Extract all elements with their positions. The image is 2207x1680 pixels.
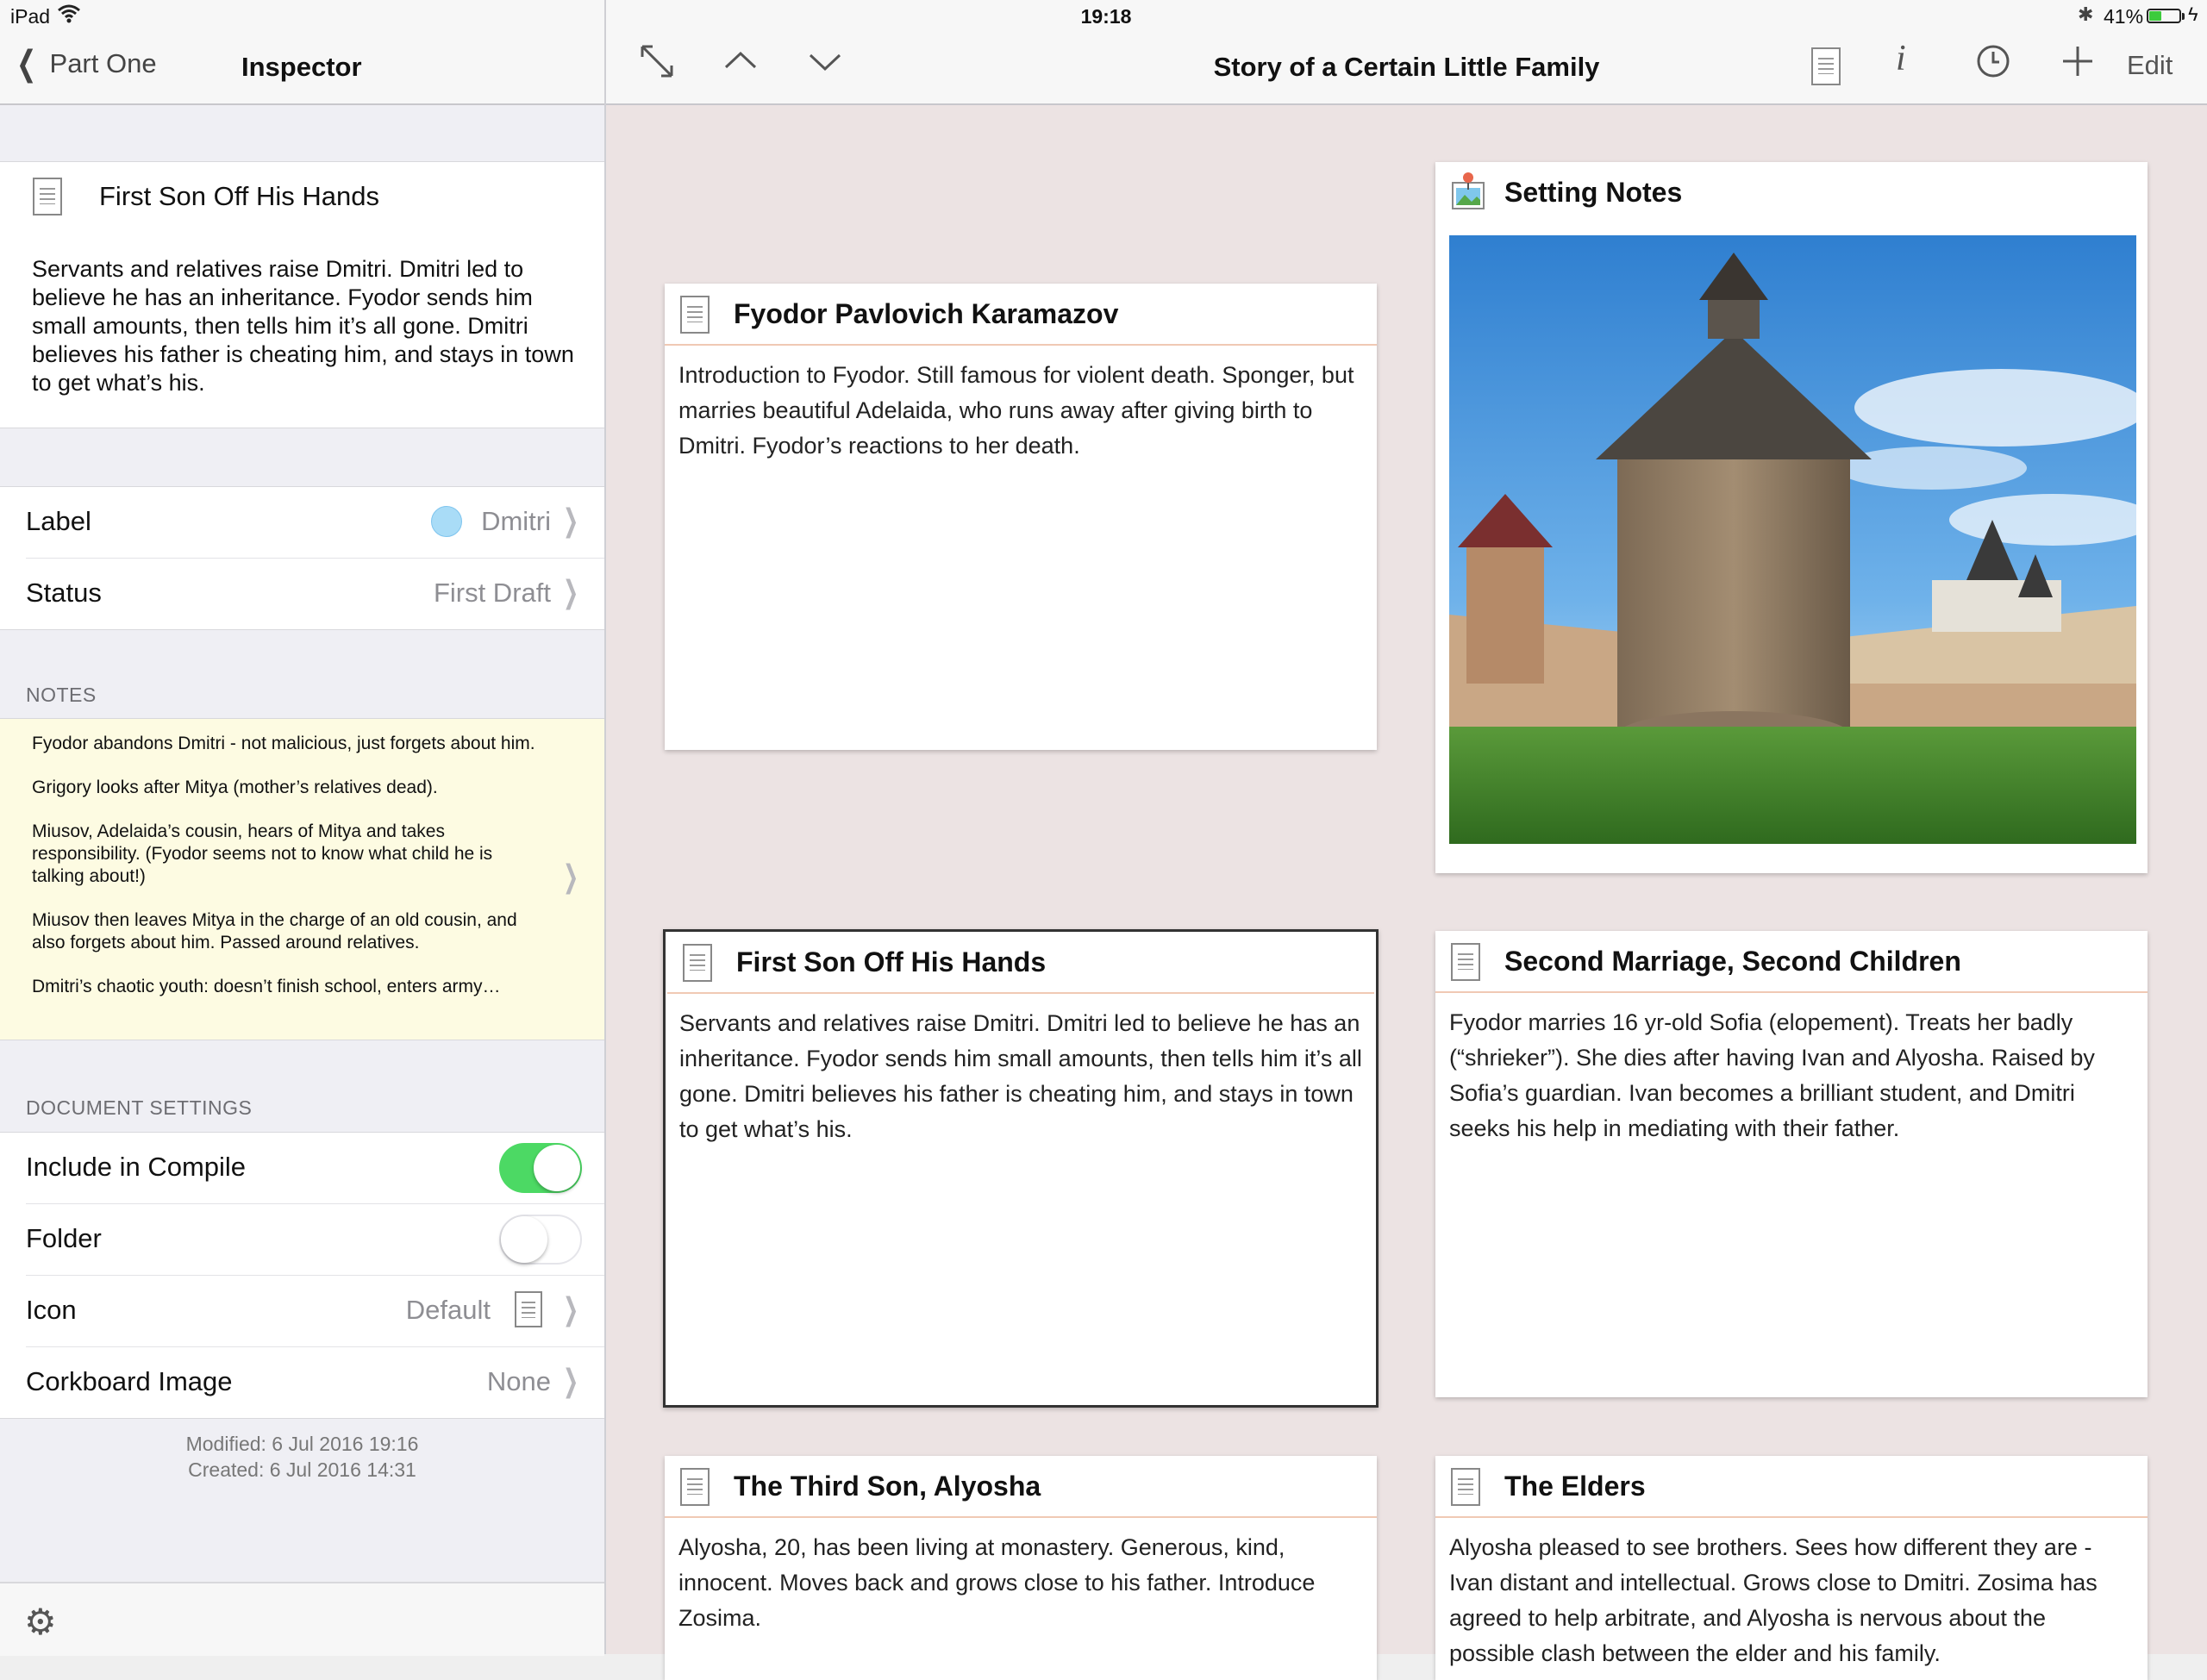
corkboard-image-label: Corkboard Image — [26, 1366, 233, 1396]
document-header[interactable]: First Son Off His Hands — [0, 161, 604, 232]
battery-tip — [2182, 13, 2185, 20]
document-icon — [33, 178, 62, 215]
note-paragraph: Miusov then leaves Mitya in the charge o… — [32, 910, 517, 952]
chevron-right-icon: ❯ — [562, 859, 578, 894]
document-settings-group: Include in Compile Folder Icon Default ❯… — [0, 1132, 604, 1419]
status-value: First Draft — [433, 578, 551, 608]
index-card[interactable]: Fyodor Pavlovich Karamazov Introduction … — [665, 284, 1377, 750]
label-row[interactable]: Label Dmitri ❯ — [26, 487, 604, 559]
index-card[interactable]: The Third Son, Alyosha Alyosha, 20, has … — [665, 1456, 1377, 1680]
created-date: Created: 6 Jul 2016 14:31 — [188, 1458, 416, 1481]
document-icon — [680, 1468, 710, 1506]
folder-row: Folder — [26, 1204, 604, 1276]
card-title: First Son Off His Hands — [736, 946, 1047, 977]
icon-label: Icon — [26, 1295, 77, 1325]
document-title: First Son Off His Hands — [99, 181, 380, 211]
card-header: Setting Notes — [1435, 162, 2148, 222]
label-key: Label — [26, 506, 91, 536]
status-row[interactable]: Status First Draft ❯ — [26, 559, 604, 629]
chevron-left-icon: ❮ — [16, 45, 37, 83]
card-header: Second Marriage, Second Children — [1435, 931, 2148, 993]
card-title: Fyodor Pavlovich Karamazov — [734, 298, 1119, 329]
document-icon — [683, 944, 712, 982]
edit-button[interactable]: Edit — [2127, 50, 2173, 81]
index-card[interactable]: The Elders Alyosha pleased to see brothe… — [1435, 1456, 2148, 1680]
document-icon — [1451, 943, 1480, 981]
notes-body: Fyodor abandons Dmitri - not malicious, … — [32, 733, 549, 1020]
chevron-right-icon: ❯ — [562, 574, 578, 609]
card-header: The Elders — [1435, 1456, 2148, 1518]
card-title: The Third Son, Alyosha — [734, 1471, 1041, 1502]
corkboard: Fyodor Pavlovich Karamazov Introduction … — [606, 105, 2207, 1680]
folder-label: Folder — [26, 1223, 102, 1253]
gear-icon[interactable]: ⚙ — [24, 1601, 57, 1643]
corkboard-image-row[interactable]: Corkboard Image None ❯ — [26, 1347, 604, 1418]
include-in-compile-toggle[interactable] — [499, 1143, 582, 1193]
card-synopsis: Fyodor marries 16 yr-old Sofia (elopemen… — [1449, 1009, 2095, 1141]
card-title: Setting Notes — [1504, 177, 1683, 208]
note-paragraph: Grigory looks after Mitya (mother’s rela… — [32, 778, 438, 797]
note-paragraph: Fyodor abandons Dmitri - not malicious, … — [32, 734, 535, 753]
card-title: The Elders — [1504, 1471, 1646, 1502]
index-card[interactable]: Second Marriage, Second Children Fyodor … — [1435, 931, 2148, 1397]
document-settings-caption: DOCUMENT SETTINGS — [26, 1096, 253, 1119]
label-value: Dmitri — [481, 506, 551, 536]
chevron-right-icon: ❯ — [562, 503, 578, 538]
castle-photo — [1449, 235, 2136, 844]
add-icon[interactable] — [2060, 43, 2096, 79]
index-card-selected[interactable]: First Son Off His Hands Servants and rel… — [663, 929, 1379, 1408]
inspector-title: Inspector — [241, 52, 362, 82]
note-paragraph: Miusov, Adelaida’s cousin, hears of Mity… — [32, 821, 493, 886]
card-synopsis: Alyosha, 20, has been living at monaster… — [678, 1534, 1316, 1631]
card-synopsis: Alyosha pleased to see brothers. Sees ho… — [1449, 1534, 2098, 1666]
chevron-right-icon: ❯ — [562, 1291, 578, 1327]
card-header: First Son Off His Hands — [667, 932, 1374, 994]
card-synopsis: Servants and relatives raise Dmitri. Dmi… — [679, 1010, 1362, 1142]
info-icon[interactable]: i — [1896, 41, 1906, 77]
inspector-bottom-bar: ⚙ — [0, 1582, 604, 1656]
note-paragraph: Dmitri’s chaotic youth: doesn’t finish s… — [32, 977, 501, 996]
inspector-panel: ❮ Part One Inspector First Son Off His H… — [0, 0, 606, 1656]
status-bar: iPad 19:18 ✱ 41% ϟ — [0, 0, 2207, 34]
corkboard-image-value: None — [486, 1366, 551, 1396]
card-header: Fyodor Pavlovich Karamazov — [665, 284, 1377, 346]
document-icon — [515, 1291, 542, 1327]
notes-field[interactable]: Fyodor abandons Dmitri - not malicious, … — [0, 718, 604, 1040]
include-in-compile-label: Include in Compile — [26, 1152, 247, 1182]
back-button[interactable]: ❮ Part One — [12, 47, 157, 81]
document-view-icon[interactable] — [1811, 47, 1841, 85]
card-synopsis: Introduction to Fyodor. Still famous for… — [678, 362, 1354, 459]
folder-toggle[interactable] — [499, 1215, 582, 1265]
status-key: Status — [26, 578, 102, 608]
back-button-label: Part One — [49, 48, 157, 78]
icon-row[interactable]: Icon Default ❯ — [26, 1276, 604, 1347]
document-icon — [680, 296, 710, 334]
document-dates: Modified: 6 Jul 2016 19:16 Created: 6 Ju… — [0, 1431, 604, 1483]
synopsis-text: Servants and relatives raise Dmitri. Dmi… — [32, 256, 574, 396]
chevron-right-icon: ❯ — [562, 1363, 578, 1398]
modified-date: Modified: 6 Jul 2016 19:16 — [185, 1433, 419, 1455]
index-card-image[interactable]: Setting Notes — [1435, 162, 2148, 873]
battery-icon — [2147, 9, 2181, 23]
project-title: Story of a Certain Little Family — [1213, 52, 1600, 82]
status-time: 19:18 — [1080, 5, 1132, 28]
label-color-dot — [431, 506, 462, 537]
include-in-compile-row: Include in Compile — [26, 1133, 604, 1204]
bluetooth-icon: ✱ — [2078, 3, 2094, 25]
card-title: Second Marriage, Second Children — [1504, 946, 1961, 977]
notes-caption: NOTES — [26, 684, 97, 706]
card-header: The Third Son, Alyosha — [665, 1456, 1377, 1518]
document-icon — [1451, 1468, 1480, 1506]
image-document-icon — [1452, 172, 1485, 209]
icon-value: Default — [405, 1295, 491, 1325]
label-status-group: Label Dmitri ❯ Status First Draft ❯ — [0, 486, 604, 630]
synopsis-field[interactable]: Servants and relatives raise Dmitri. Dmi… — [0, 231, 604, 428]
charging-icon: ϟ — [2188, 3, 2198, 25]
battery-percent: 41% — [2104, 5, 2144, 28]
clock-icon[interactable] — [1975, 43, 2011, 79]
